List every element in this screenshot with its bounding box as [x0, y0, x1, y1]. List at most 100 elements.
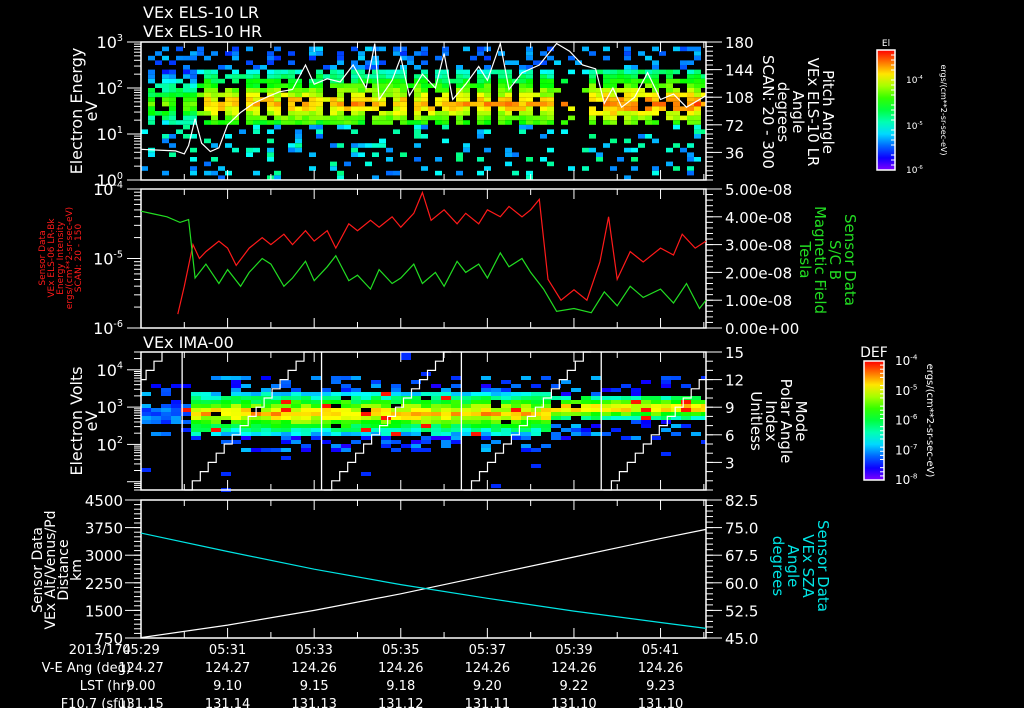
spectrogram-cell	[211, 400, 221, 404]
spectrogram-cell	[351, 129, 358, 134]
spectrogram-cell	[246, 46, 253, 52]
spectrogram-cell	[161, 392, 171, 396]
y-tick-label: 102	[97, 79, 123, 98]
spectrogram-cell	[456, 120, 463, 125]
row-value: 124.27	[205, 661, 251, 676]
row-value: 131.10	[551, 697, 597, 708]
spectrogram-cell	[645, 55, 652, 61]
spectrogram-cell	[641, 420, 651, 424]
spectrogram-cell	[547, 55, 554, 61]
row-value: 124.26	[291, 661, 337, 676]
spectrogram-cell	[183, 65, 190, 70]
spectrogram-cell	[358, 111, 365, 116]
spectrogram-cell	[190, 147, 197, 153]
spectrogram-cell	[162, 97, 169, 102]
spectrogram-cell	[337, 170, 344, 176]
spectrogram-cell	[694, 88, 701, 93]
spectrogram-cell	[381, 420, 391, 424]
spectrogram-cell	[547, 92, 554, 98]
spectrogram-cell	[694, 134, 701, 139]
spectrogram-cell	[141, 166, 148, 171]
spectrogram-cell	[673, 46, 680, 52]
spectrogram-cell	[638, 69, 645, 75]
spectrogram-cell	[321, 396, 331, 400]
spectrogram-cell	[204, 138, 211, 144]
tick-label-exponent: -4	[910, 353, 918, 362]
spectrogram-cell	[421, 424, 431, 428]
spectrogram-cell	[526, 101, 533, 107]
spectrogram-cell	[501, 396, 511, 400]
spectrogram-cell	[547, 88, 554, 93]
spectrogram-cell	[316, 120, 323, 125]
spectrogram-cell	[441, 420, 451, 424]
spectrogram-cell	[624, 78, 631, 84]
spectrogram-cell	[401, 428, 411, 432]
spectrogram-cell	[246, 147, 253, 153]
spectrogram-cell	[541, 408, 551, 412]
spectrogram-cell	[673, 143, 680, 148]
spectrogram-cell	[288, 111, 295, 116]
spectrogram-cell	[371, 408, 381, 412]
spectrogram-cell	[421, 106, 428, 111]
spectrogram-cell	[631, 120, 638, 125]
spectrogram-cell	[431, 420, 441, 424]
spectrogram-cell	[470, 55, 477, 61]
spectrogram-cell	[274, 46, 281, 52]
spectrogram-cell	[414, 101, 421, 107]
spectrogram-cell	[621, 384, 631, 388]
spectrogram-cell	[526, 78, 533, 84]
spectrogram-cell	[288, 78, 295, 84]
spectrogram-cell	[148, 55, 155, 61]
spectrogram-cell	[241, 436, 251, 440]
spectrogram-cell	[521, 448, 531, 452]
spectrogram-cell	[261, 428, 271, 432]
spectrogram-cell	[321, 392, 331, 396]
spectrogram-cell	[641, 412, 651, 416]
spectrogram-cell	[204, 92, 211, 98]
spectrogram-cell	[624, 74, 631, 79]
row-value: 131.14	[205, 697, 251, 708]
spectrogram-cell	[631, 388, 641, 392]
spectrogram-cell	[581, 396, 591, 400]
spectrogram-cell	[519, 78, 526, 84]
spectrogram-cell	[197, 92, 204, 98]
spectrogram-cell	[372, 106, 379, 111]
spectrogram-cell	[225, 65, 232, 70]
spectrogram-cell	[641, 408, 651, 412]
spectrogram-cell	[421, 97, 428, 102]
spectrogram-cell	[351, 432, 361, 436]
spectrogram-cell	[471, 416, 481, 420]
spectrogram-cell	[645, 83, 652, 88]
spectrogram-cell	[161, 388, 171, 392]
spectrogram-cell	[463, 111, 470, 116]
spectrogram-cell	[533, 60, 540, 65]
spectrogram-cell	[411, 440, 421, 444]
spectrogram-cell	[288, 106, 295, 111]
spectrogram-cell	[261, 420, 271, 424]
tick-label-exponent: -4	[113, 180, 123, 191]
spectrogram-cell	[681, 400, 691, 404]
spectrogram-cell	[162, 83, 169, 88]
spectrogram-cell	[341, 420, 351, 424]
spectrogram-cell	[316, 101, 323, 107]
spectrogram-cell	[162, 134, 169, 139]
spectrogram-cell	[161, 404, 171, 408]
spectrogram-cell	[601, 412, 611, 416]
spectrogram-cell	[401, 420, 411, 424]
spectrogram-cell	[301, 448, 311, 452]
spectrogram-cell	[261, 388, 271, 392]
spectrogram-cell	[421, 428, 431, 432]
spectrogram-cell	[411, 416, 421, 420]
spectrogram-cell	[456, 74, 463, 79]
spectrogram-cell	[253, 129, 260, 134]
spectrogram-cell	[461, 432, 471, 436]
spectrogram-cell	[330, 111, 337, 116]
spectrogram-cell	[431, 408, 441, 412]
spectrogram-cell	[341, 416, 351, 420]
spectrogram-cell	[148, 101, 155, 107]
spectrogram-cell	[624, 111, 631, 116]
spectrogram-cell	[341, 384, 351, 388]
spectrogram-cell	[411, 420, 421, 424]
row-value: 124.27	[118, 661, 164, 676]
spectrogram-cell	[281, 412, 291, 416]
